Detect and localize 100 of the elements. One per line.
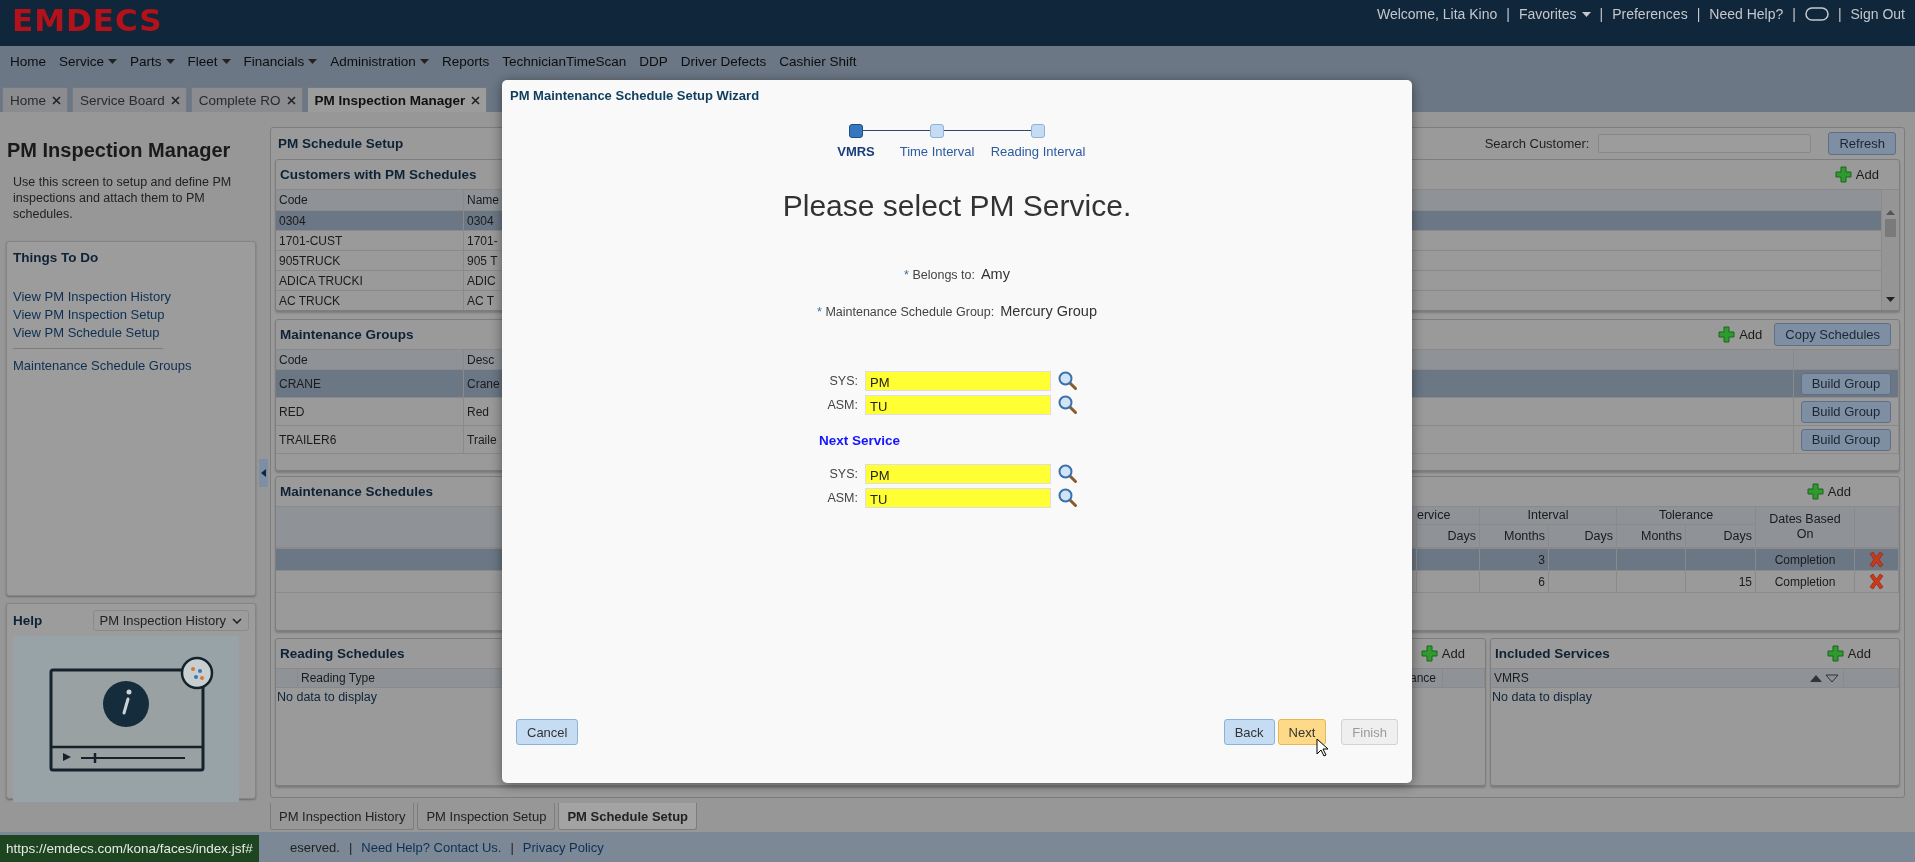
table-cell: Completion xyxy=(1756,549,1855,570)
panel-title: Included Services xyxy=(1495,646,1610,661)
footer-link[interactable]: Privacy Policy xyxy=(522,839,604,855)
header-link[interactable]: Preferences xyxy=(1612,6,1688,22)
header-link[interactable]: Need Help? xyxy=(1709,6,1784,22)
logo: EMDECS xyxy=(12,1,163,40)
table-cell: 6 xyxy=(1480,571,1549,592)
panel-title: Reading Schedules xyxy=(280,646,405,661)
refresh-button[interactable]: Refresh xyxy=(1828,131,1896,155)
collapse-handle[interactable] xyxy=(258,459,268,487)
column-header: Days xyxy=(1549,525,1617,548)
table-cell: 3 xyxy=(1480,549,1549,570)
field-label: SYS: xyxy=(828,374,858,388)
step-link[interactable]: VMRS xyxy=(837,144,875,159)
menu-item[interactable]: Home xyxy=(10,53,46,69)
add-button[interactable]: Add xyxy=(1806,483,1851,500)
build-group-button[interactable]: Build Group xyxy=(1801,400,1891,423)
add-button[interactable]: Add xyxy=(1834,166,1879,183)
scrollbar[interactable] xyxy=(1882,190,1899,310)
favorites-menu[interactable]: Favorites xyxy=(1518,6,1591,22)
build-group-button[interactable]: Build Group xyxy=(1801,428,1891,451)
step-link[interactable]: Time Interval xyxy=(899,144,975,159)
tab[interactable]: PM Schedule Setup xyxy=(558,803,698,830)
input-field[interactable]: TU xyxy=(865,488,1051,508)
welcome-text: Welcome, Lita Kino xyxy=(1376,6,1498,22)
input-field[interactable]: PM xyxy=(865,371,1051,391)
separator: | xyxy=(348,839,353,855)
add-button[interactable]: Add xyxy=(1718,326,1763,343)
copy-schedules-button[interactable]: Copy Schedules xyxy=(1774,323,1891,346)
close-icon[interactable] xyxy=(52,95,61,105)
column-header: Months xyxy=(1480,525,1549,548)
scroll-down-icon[interactable] xyxy=(1886,297,1895,302)
menu-item[interactable]: Fleet xyxy=(187,53,231,69)
header-link[interactable]: Sign Out xyxy=(1850,6,1905,22)
field-label: ASM: xyxy=(826,398,858,412)
footer-link[interactable]: Need Help? Contact Us. xyxy=(361,839,502,855)
toggle-icon[interactable] xyxy=(1804,7,1829,21)
scroll-thumb[interactable] xyxy=(1885,219,1896,237)
todo-link[interactable]: Maintenance Schedule Groups xyxy=(13,358,249,373)
empty-message: No data to display xyxy=(1491,689,1594,706)
tab[interactable]: PM Inspection History xyxy=(270,803,415,830)
separator: | xyxy=(510,839,514,855)
help-topic-select[interactable]: PM Inspection History xyxy=(92,610,249,631)
column-header: Interval xyxy=(1480,507,1617,525)
scroll-up-icon[interactable] xyxy=(1886,210,1895,215)
menu-item[interactable]: Service xyxy=(59,53,118,69)
cancel-button[interactable]: Cancel xyxy=(516,719,579,745)
dialog-button[interactable]: Next xyxy=(1277,719,1327,745)
column-header: Code xyxy=(276,190,464,210)
build-group-button[interactable]: Build Group xyxy=(1801,372,1891,395)
status-url: https://emdecs.com/kona/faces/index.jsf# xyxy=(0,835,259,862)
column-header: Days xyxy=(1686,525,1756,548)
caret-icon xyxy=(308,58,318,64)
separator: | xyxy=(1599,6,1604,22)
search-icon[interactable] xyxy=(1058,395,1078,415)
input-field[interactable]: TU xyxy=(865,395,1051,415)
plus-icon xyxy=(1806,483,1824,500)
tab[interactable]: Home xyxy=(2,87,68,112)
table-cell: ADICA TRUCKI xyxy=(276,271,464,290)
add-button[interactable]: Add xyxy=(1826,645,1871,662)
input-field[interactable]: PM xyxy=(865,464,1051,484)
table-cell: 0304 xyxy=(276,211,464,230)
close-icon[interactable] xyxy=(170,95,180,105)
sort-icon[interactable] xyxy=(1810,673,1840,683)
add-button[interactable]: Add xyxy=(1420,645,1465,662)
panel-title: PM Schedule Setup xyxy=(278,135,404,151)
menu-item[interactable]: Driver Defects xyxy=(680,53,767,69)
search-icon[interactable] xyxy=(1058,488,1078,508)
todo-link[interactable]: View PM Inspection Setup xyxy=(13,307,249,322)
step-link[interactable]: Reading Interval xyxy=(990,144,1086,159)
close-icon[interactable] xyxy=(286,95,296,105)
search-icon[interactable] xyxy=(1058,371,1078,391)
tab[interactable]: Complete RO xyxy=(190,87,303,112)
todo-link[interactable]: View PM Schedule Setup xyxy=(13,325,249,340)
tab[interactable]: Service Board xyxy=(72,87,187,112)
dialog-button[interactable]: Back xyxy=(1223,719,1275,745)
table-cell: 905TRUCK xyxy=(276,251,464,270)
tab[interactable]: PM Inspection Manager xyxy=(306,87,488,112)
plus-icon xyxy=(1834,166,1852,183)
todo-link[interactable]: View PM Inspection History xyxy=(13,289,249,304)
search-icon[interactable] xyxy=(1058,464,1078,484)
table-cell: AC TRUCK xyxy=(276,291,464,310)
search-label: Search Customer: xyxy=(1484,135,1590,151)
menu-item[interactable]: TechnicianTimeScan xyxy=(502,53,627,69)
menu-item[interactable]: Reports xyxy=(441,53,490,69)
separator: | xyxy=(1506,6,1510,22)
empty-message: No data to display xyxy=(276,689,379,706)
plus-icon xyxy=(1420,645,1438,662)
close-icon[interactable] xyxy=(471,95,481,105)
table-cell: RED xyxy=(276,398,464,425)
menu-item[interactable]: Parts xyxy=(130,53,175,69)
table-cell: CRANE xyxy=(276,370,464,397)
cursor-icon xyxy=(1316,738,1329,757)
menu-item[interactable]: DDP xyxy=(639,53,668,69)
menu-item[interactable]: Cashier Shift xyxy=(779,53,857,69)
menu-item[interactable]: Administration xyxy=(330,53,429,69)
tab[interactable]: PM Inspection Setup xyxy=(417,803,556,830)
menu-item[interactable]: Financials xyxy=(243,53,318,69)
panel-title: Help xyxy=(13,613,43,628)
column-header: Tolerance xyxy=(1617,507,1756,525)
